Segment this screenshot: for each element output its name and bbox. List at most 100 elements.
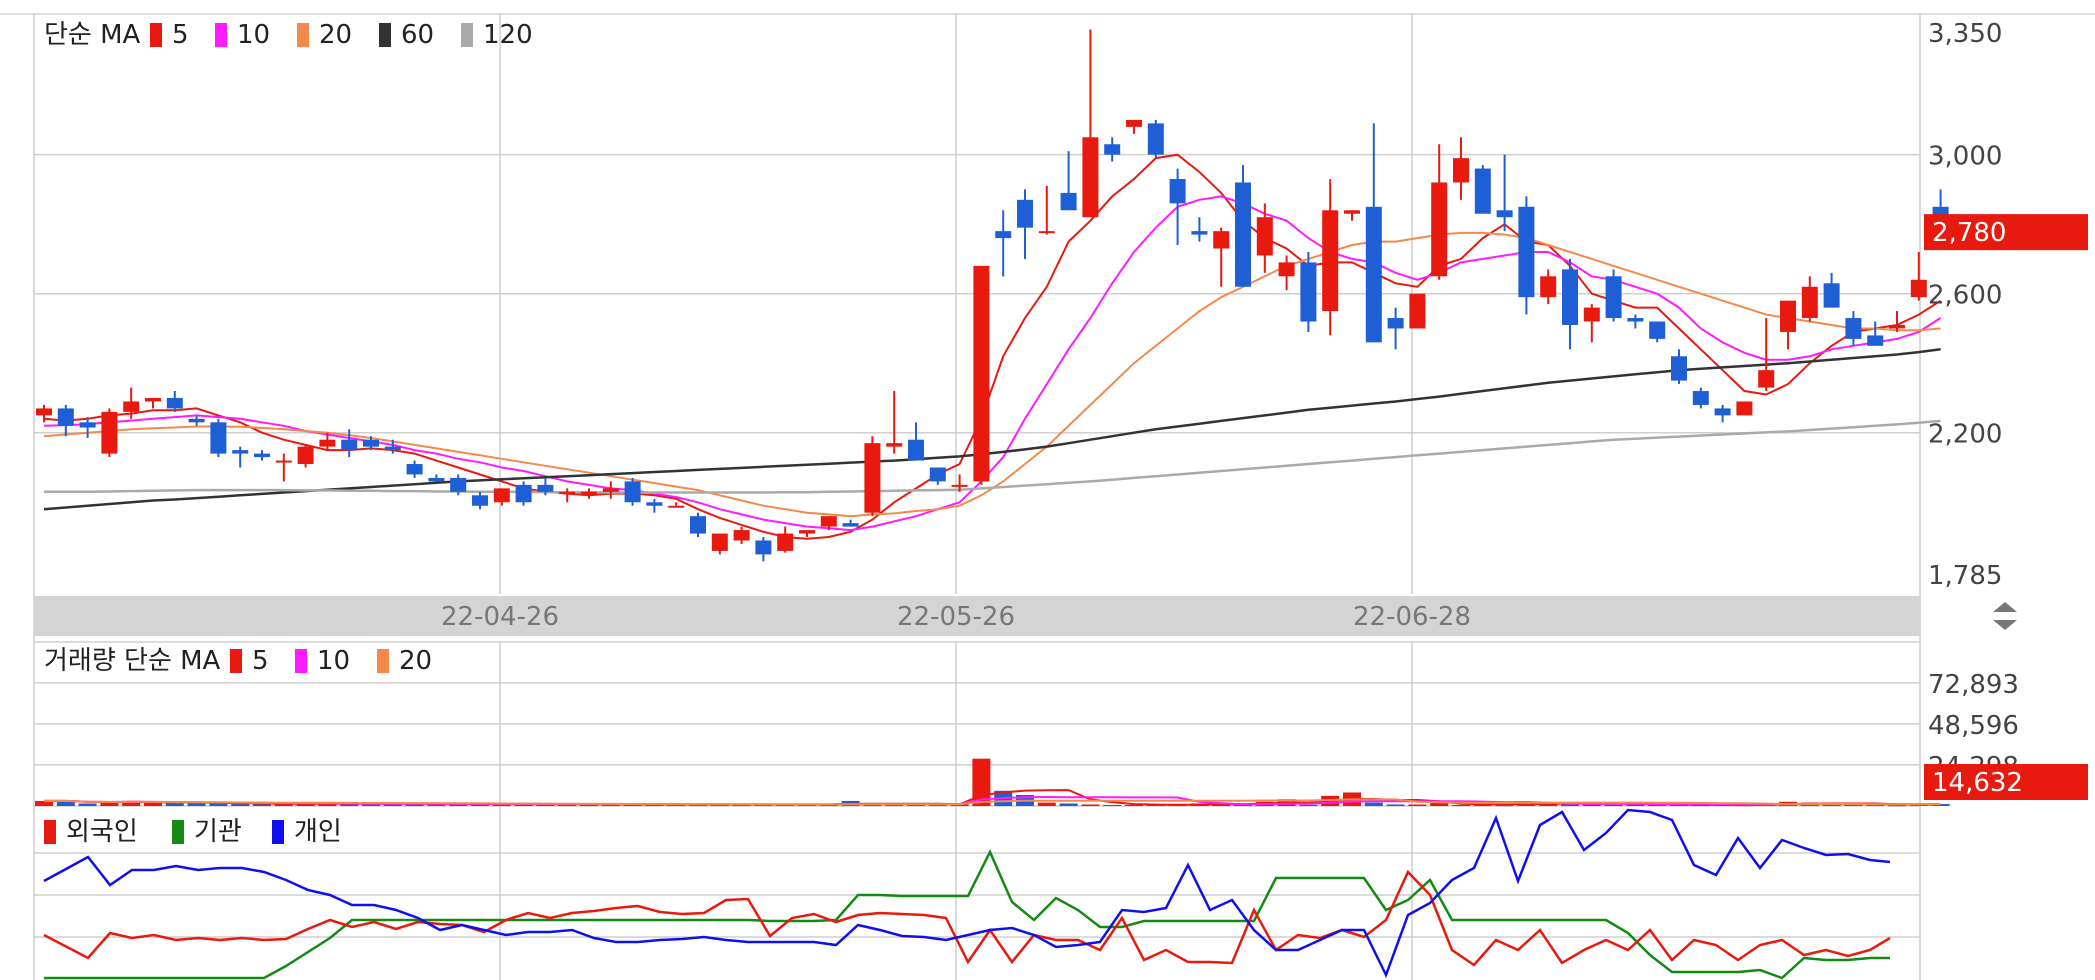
candle	[668, 502, 685, 508]
candle-body	[406, 464, 423, 475]
candle-body	[232, 450, 249, 454]
candle	[1780, 300, 1796, 350]
candle-body	[886, 443, 903, 447]
candle	[1213, 227, 1230, 287]
candle-body	[951, 484, 968, 487]
candle	[1910, 251, 1927, 301]
candle	[188, 415, 205, 426]
legend-label: 10	[237, 20, 270, 50]
volume-bar	[1452, 804, 1470, 806]
candle-body	[820, 516, 837, 527]
candle-body	[1671, 356, 1687, 381]
candle	[733, 526, 750, 544]
candle-body	[973, 265, 990, 482]
candle-body	[1126, 119, 1142, 127]
candle-body	[842, 523, 859, 527]
candle	[1649, 321, 1666, 343]
candle	[1322, 178, 1339, 336]
candle	[886, 391, 903, 454]
volume-bar	[1299, 804, 1318, 806]
candle-body	[101, 411, 118, 454]
legend-swatch	[461, 23, 473, 47]
candle-body	[1147, 123, 1164, 155]
legend-label: 20	[319, 20, 352, 50]
candle	[1017, 189, 1033, 259]
candle	[1038, 185, 1055, 235]
candle-body	[1038, 231, 1055, 234]
candle	[1126, 119, 1142, 134]
candle-body	[145, 397, 161, 402]
resize-handle-icon[interactable]	[1993, 602, 2017, 630]
legend-label: 5	[172, 20, 189, 50]
candle-body	[319, 439, 336, 447]
candle	[602, 481, 619, 499]
price-tick-label: 3,350	[1928, 19, 2002, 49]
candle	[472, 491, 488, 510]
candle-body	[1256, 217, 1273, 256]
candle	[493, 488, 510, 506]
candle	[1409, 293, 1426, 329]
volume-tick-label: 48,596	[1928, 711, 2019, 741]
candle	[929, 467, 946, 485]
candle	[1867, 321, 1884, 346]
legend-label: 기관	[194, 817, 242, 847]
candle-body	[1344, 210, 1360, 214]
candle	[101, 408, 118, 458]
candle-body	[1169, 178, 1186, 204]
legend-label: 60	[401, 20, 434, 50]
candle-body	[1191, 231, 1208, 235]
candle	[1692, 387, 1709, 409]
price-tick-label: 3,000	[1928, 142, 2002, 172]
volume-ma-legend: 거래량 단순 MA 5 10 20	[44, 646, 432, 676]
candle	[145, 397, 161, 409]
candle	[1453, 137, 1469, 200]
candle-body	[624, 481, 641, 503]
candle-body	[472, 495, 488, 506]
candle	[1344, 210, 1360, 221]
candle	[1147, 119, 1164, 159]
legend-swatch	[272, 820, 284, 844]
volume-tick-label: 72,893	[1928, 670, 2019, 700]
candle	[1845, 311, 1862, 346]
candle-body	[1474, 168, 1491, 214]
candle	[1627, 314, 1644, 329]
ma-line-5	[43, 153, 1942, 540]
candle	[581, 488, 597, 499]
investor-panel[interactable]: 외국인 기관 개인	[34, 808, 1920, 980]
legend-swatch	[172, 820, 184, 844]
candle-body	[1562, 269, 1578, 325]
candle	[1562, 258, 1578, 350]
candle	[254, 450, 270, 461]
candle-body	[581, 491, 597, 496]
candle-body	[384, 446, 401, 451]
candle	[1278, 255, 1295, 291]
price-tick-label: 1,785	[1928, 561, 2002, 591]
candle-body	[995, 231, 1012, 239]
candle-body	[1082, 137, 1099, 218]
candle	[864, 436, 881, 517]
volume-bar	[78, 803, 97, 806]
candle-body	[515, 484, 532, 503]
candle-body	[1017, 199, 1033, 228]
stock-chart[interactable]: 3,350 3,000 2,600 2,200 1,785 2,780 단순 MA 5 10 2…	[0, 0, 2095, 980]
candle	[1758, 318, 1775, 392]
candle-body	[602, 488, 619, 492]
candle-body	[537, 484, 554, 492]
candle	[777, 526, 794, 553]
candle-body	[79, 422, 96, 428]
candle	[995, 210, 1012, 277]
candle-body	[254, 453, 270, 458]
candle-body	[1235, 182, 1251, 287]
date-axis-band[interactable]: 22-04-26 22-05-26 22-06-28	[34, 596, 2017, 636]
candle-body	[57, 408, 74, 426]
candle-body	[1583, 307, 1600, 322]
candle-body	[1104, 144, 1121, 155]
candle	[1496, 154, 1513, 232]
candle-body	[1540, 276, 1557, 298]
volume-bar	[1103, 804, 1122, 806]
volume-panel[interactable]: 72,89348,59624,29814,632 거래량 단순 MA51020	[34, 641, 2088, 807]
volume-bar	[100, 802, 119, 806]
candle	[406, 460, 423, 478]
candle-body	[1387, 318, 1404, 329]
candle-body	[188, 418, 205, 423]
